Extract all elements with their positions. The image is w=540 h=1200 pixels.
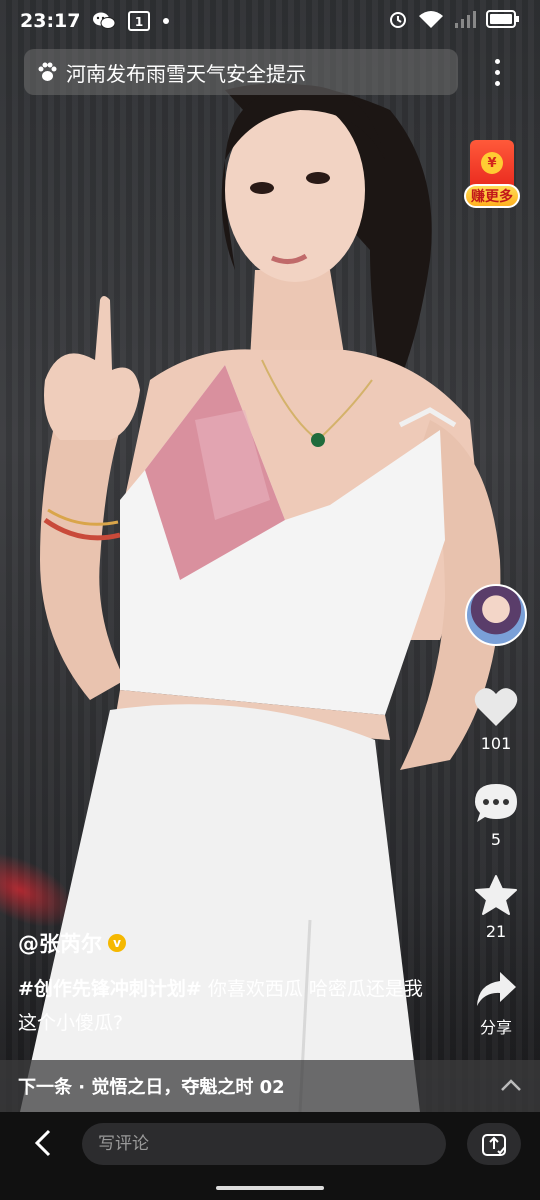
- author-avatar[interactable]: [465, 584, 527, 646]
- share-arrow-icon: [477, 972, 516, 1006]
- alarm-icon: [388, 9, 408, 34]
- wechat-icon: [92, 11, 116, 31]
- comment-bubble-icon: [475, 784, 517, 822]
- share-label: 分享: [479, 1018, 512, 1037]
- search-bar[interactable]: 河南发布雨雪天气安全提示: [24, 49, 458, 95]
- dot-icon: [162, 17, 170, 25]
- post-description: #创作先锋冲刺计划# 你喜欢西瓜 哈密瓜还是我这个小傻瓜?: [18, 972, 428, 1040]
- author-name-link[interactable]: @张芮尔 v: [18, 928, 126, 958]
- hashtag-link[interactable]: #创作先锋冲刺计划#: [18, 978, 202, 1000]
- favorite-button[interactable]: 21: [466, 874, 526, 941]
- repost-button[interactable]: [467, 1123, 521, 1165]
- next-video-bar[interactable]: 下一条 · 觉悟之日，夺魁之时 02: [0, 1060, 540, 1112]
- search-query: 河南发布雨雪天气安全提示: [66, 61, 306, 86]
- notification-icon: 1: [128, 11, 151, 31]
- comment-count: 5: [490, 830, 502, 849]
- comment-input[interactable]: [82, 1123, 446, 1165]
- red-packet-label: 赚更多: [464, 184, 520, 208]
- more-options-button[interactable]: [482, 52, 512, 92]
- favorite-count: 21: [485, 922, 507, 941]
- like-button[interactable]: 101: [466, 686, 526, 753]
- back-button[interactable]: [28, 1128, 58, 1158]
- red-packet-button[interactable]: ¥ 赚更多: [464, 138, 520, 212]
- chevron-up-icon: [500, 1076, 522, 1097]
- battery-icon: [486, 9, 520, 33]
- comment-button[interactable]: 5: [466, 782, 526, 849]
- signal-icon: [454, 9, 476, 34]
- star-icon: [475, 875, 517, 915]
- status-time: 23:17: [20, 10, 81, 32]
- home-indicator[interactable]: [216, 1186, 324, 1190]
- like-count: 101: [480, 734, 512, 753]
- status-bar: 23:17 1: [0, 0, 540, 42]
- notification-count: 1: [135, 15, 143, 29]
- coin-icon: ¥: [481, 152, 503, 174]
- next-video-label: 下一条 · 觉悟之日，夺魁之时 02: [18, 1077, 285, 1098]
- back-arrow-icon: [34, 1129, 51, 1157]
- paw-icon: [36, 61, 58, 83]
- wifi-icon: [418, 9, 444, 34]
- heart-icon: [474, 688, 518, 726]
- author-name: @张芮尔: [18, 932, 102, 956]
- share-button[interactable]: 分享: [466, 970, 526, 1038]
- share-box-icon: [482, 1134, 506, 1156]
- verified-badge-icon: v: [108, 934, 126, 952]
